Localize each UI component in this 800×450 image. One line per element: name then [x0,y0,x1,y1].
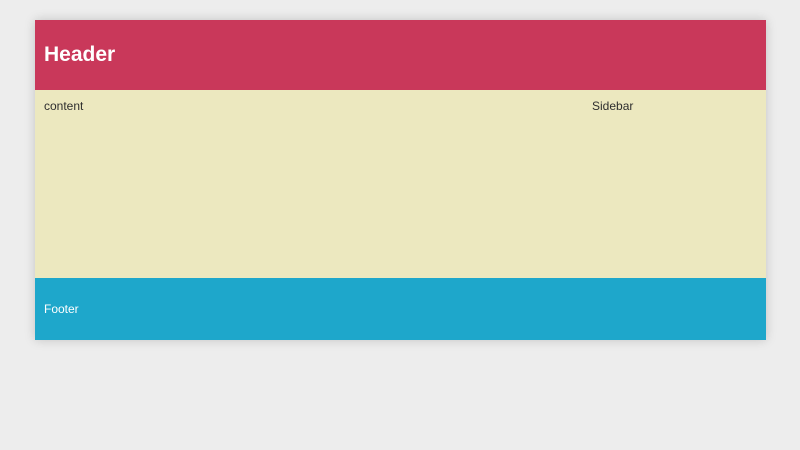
page-footer: Footer [35,278,766,340]
content-area: content [35,90,592,278]
content-label: content [44,99,84,113]
page-container: Header content Sidebar Footer [35,20,766,340]
sidebar-label: Sidebar [592,99,634,113]
page-header: Header [35,20,766,90]
header-title: Header [44,43,116,66]
main-area: content Sidebar [35,90,766,278]
sidebar: Sidebar [592,90,766,278]
footer-label: Footer [44,302,79,316]
